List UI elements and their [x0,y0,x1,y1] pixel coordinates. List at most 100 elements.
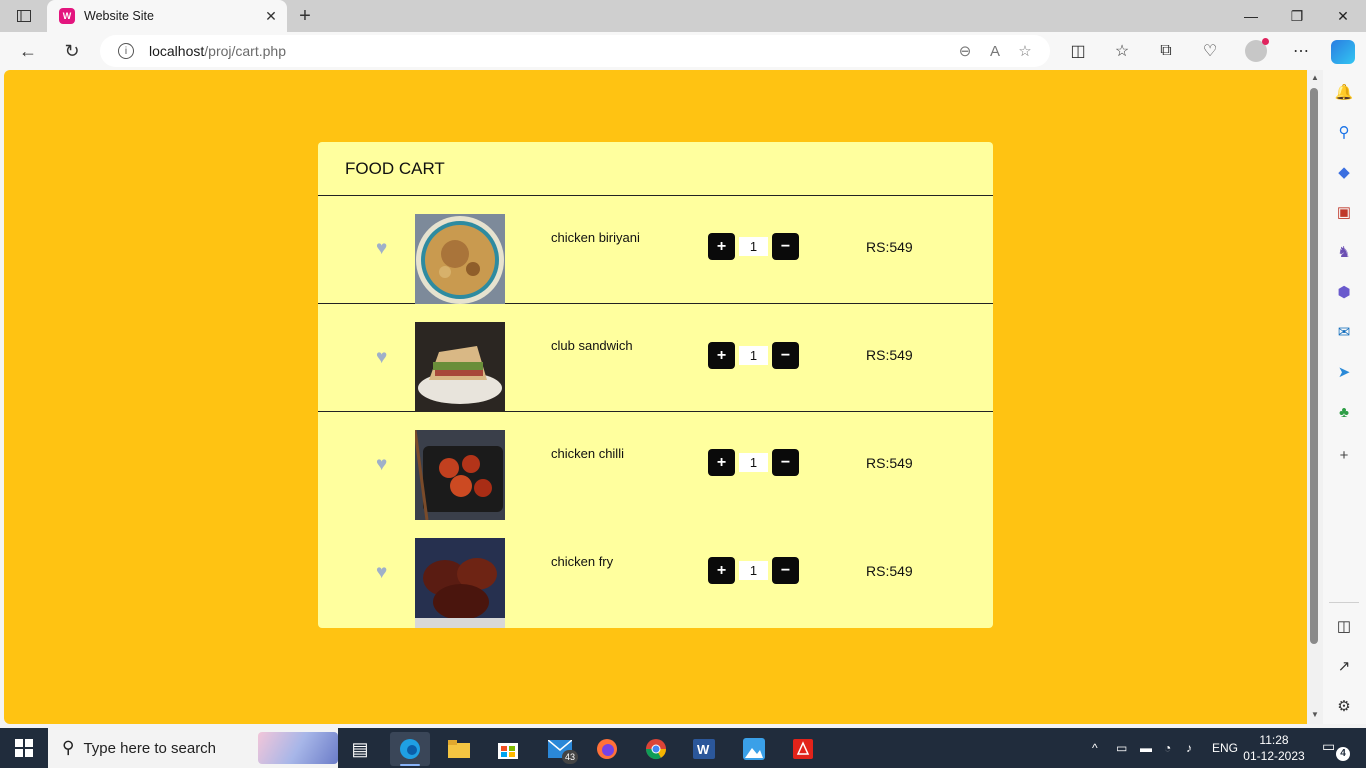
restore-icon[interactable]: ❐ [1274,0,1320,32]
file-explorer-icon[interactable] [439,732,479,766]
tools-icon[interactable]: ▣ [1333,201,1355,223]
page-viewport: FOOD CART ♥ chicken biriyani + 1 − RS:54… [4,70,1307,724]
cart-title: FOOD CART [345,158,445,178]
external-link-icon[interactable]: ↗ [1333,655,1355,677]
send-icon[interactable]: ➤ [1333,361,1355,383]
address-bar[interactable]: i localhost/proj/cart.php ⊖ A ☆ [100,35,1050,67]
decrease-quantity-button[interactable]: − [772,557,799,584]
cart-item: ♥ chicken fry + 1 − RS:549 [318,520,993,628]
language-indicator[interactable]: ENG [1212,728,1238,768]
item-name: chicken biriyani [551,230,640,245]
notification-bell-icon[interactable]: 🔔 [1333,81,1355,103]
scroll-down-icon[interactable]: ▼ [1310,710,1320,720]
page-scrollbar[interactable]: ▲ ▼ [1307,70,1323,724]
notification-center-icon[interactable]: ▭ 4 [1322,738,1350,761]
cart-item: ♥ chicken biriyani + 1 − RS:549 [318,196,993,304]
close-window-icon[interactable]: ✕ [1320,0,1366,32]
decrease-quantity-button[interactable]: − [772,342,799,369]
firefox-icon[interactable] [587,732,627,766]
increase-quantity-button[interactable]: + [708,342,735,369]
decrease-quantity-button[interactable]: − [772,233,799,260]
chicken-fry-image [415,538,505,628]
meet-now-icon[interactable]: ▭ [1116,728,1127,768]
edge-sidebar: 🔔 ⚲ ◆ ▣ ♞ ⬢ ✉ ➤ ♣ + ◫ ↗ ⚙ [1323,70,1366,724]
zoom-icon[interactable]: ⊖ [950,36,980,66]
system-clock[interactable]: 11:28 01-12-2023 [1243,732,1305,764]
chrome-icon[interactable] [636,732,676,766]
tab-actions-icon[interactable] [10,6,38,26]
tree-icon[interactable]: ♣ [1333,401,1355,423]
copilot-icon[interactable] [1331,40,1355,64]
acrobat-icon[interactable] [783,732,823,766]
item-name: chicken chilli [551,446,624,461]
item-name: chicken fry [551,554,614,569]
refresh-icon[interactable]: ↻ [58,37,86,65]
battery-icon[interactable]: ▬ [1140,728,1152,768]
tab-title: Website Site [84,9,154,23]
search-icon: ⚲ [62,738,75,757]
new-tab-button[interactable]: + [294,5,316,27]
heart-icon[interactable]: ♥ [376,455,396,475]
item-price: RS:549 [866,563,913,579]
settings-gear-icon[interactable]: ⚙ [1333,695,1355,717]
favorites-icon[interactable]: ☆ [1108,37,1136,65]
windows-start-icon[interactable] [15,739,33,757]
item-name: club sandwich [551,338,633,353]
url-text[interactable]: localhost/proj/cart.php [149,43,950,59]
favorite-star-icon[interactable]: ☆ [1010,36,1040,66]
windows-taskbar: ⚲ Type here to search ▤ 43 W ^ ▭ ▬ ◔ ♪ E… [0,728,1366,768]
task-view-icon[interactable]: ▤ [340,732,380,766]
photos-icon[interactable] [734,732,774,766]
word-icon[interactable]: W [684,732,724,766]
search-highlight-art [258,732,338,764]
browser-toolbar: ← ↻ i localhost/proj/cart.php ⊖ A ☆ ◫ ☆ … [0,32,1366,70]
collections-icon[interactable]: ⧉ [1152,37,1180,65]
scroll-up-icon[interactable]: ▲ [1310,73,1320,83]
show-hidden-icons[interactable]: ^ [1092,728,1098,768]
food-cart: FOOD CART ♥ chicken biriyani + 1 − RS:54… [318,142,993,628]
biriyani-image [415,214,505,304]
quantity-field[interactable]: 1 [739,453,768,472]
search-icon[interactable]: ⚲ [1333,121,1355,143]
increase-quantity-button[interactable]: + [708,557,735,584]
minimize-icon[interactable]: — [1228,0,1274,32]
quantity-field[interactable]: 1 [739,346,768,365]
volume-icon[interactable]: ♪ [1186,728,1192,768]
games-icon[interactable]: ♞ [1333,241,1355,263]
item-price: RS:549 [866,239,913,255]
profile-avatar[interactable] [1245,38,1269,62]
site-info-icon[interactable]: i [118,43,134,59]
hide-sidebar-icon[interactable]: ◫ [1333,615,1355,637]
close-tab-icon[interactable]: ✕ [261,6,281,26]
taskbar-search[interactable]: ⚲ Type here to search [48,728,338,768]
microsoft-365-icon[interactable]: ⬢ [1333,281,1355,303]
cart-item: ♥ chicken chilli + 1 − RS:549 [318,412,993,520]
heart-icon[interactable]: ♥ [376,239,396,259]
active-app-indicator [400,764,420,766]
read-aloud-icon[interactable]: A [980,36,1010,66]
outlook-icon[interactable]: ✉ [1333,321,1355,343]
more-options-icon[interactable]: ⋯ [1287,37,1315,65]
decrease-quantity-button[interactable]: − [772,449,799,476]
heart-icon[interactable]: ♥ [376,348,396,368]
browser-tab[interactable]: W Website Site ✕ [47,0,287,32]
split-screen-icon[interactable]: ◫ [1064,37,1092,65]
svg-text:W: W [697,742,710,757]
scrollbar-thumb[interactable] [1310,88,1318,644]
quantity-field[interactable]: 1 [739,561,768,580]
edge-taskbar-icon[interactable] [390,732,430,766]
add-icon[interactable]: + [1333,444,1355,466]
quantity-field[interactable]: 1 [739,237,768,256]
wifi-icon[interactable]: ◔ [1164,728,1171,768]
back-icon[interactable]: ← [14,37,42,65]
microsoft-store-icon[interactable] [488,732,528,766]
browser-essentials-icon[interactable]: ♡ [1196,37,1224,65]
increase-quantity-button[interactable]: + [708,449,735,476]
increase-quantity-button[interactable]: + [708,233,735,260]
mail-icon[interactable]: 43 [540,732,580,766]
shopping-tag-icon[interactable]: ◆ [1333,161,1355,183]
sandwich-image [415,322,505,412]
heart-icon[interactable]: ♥ [376,563,396,583]
item-price: RS:549 [866,455,913,471]
search-placeholder: Type here to search [83,739,217,757]
